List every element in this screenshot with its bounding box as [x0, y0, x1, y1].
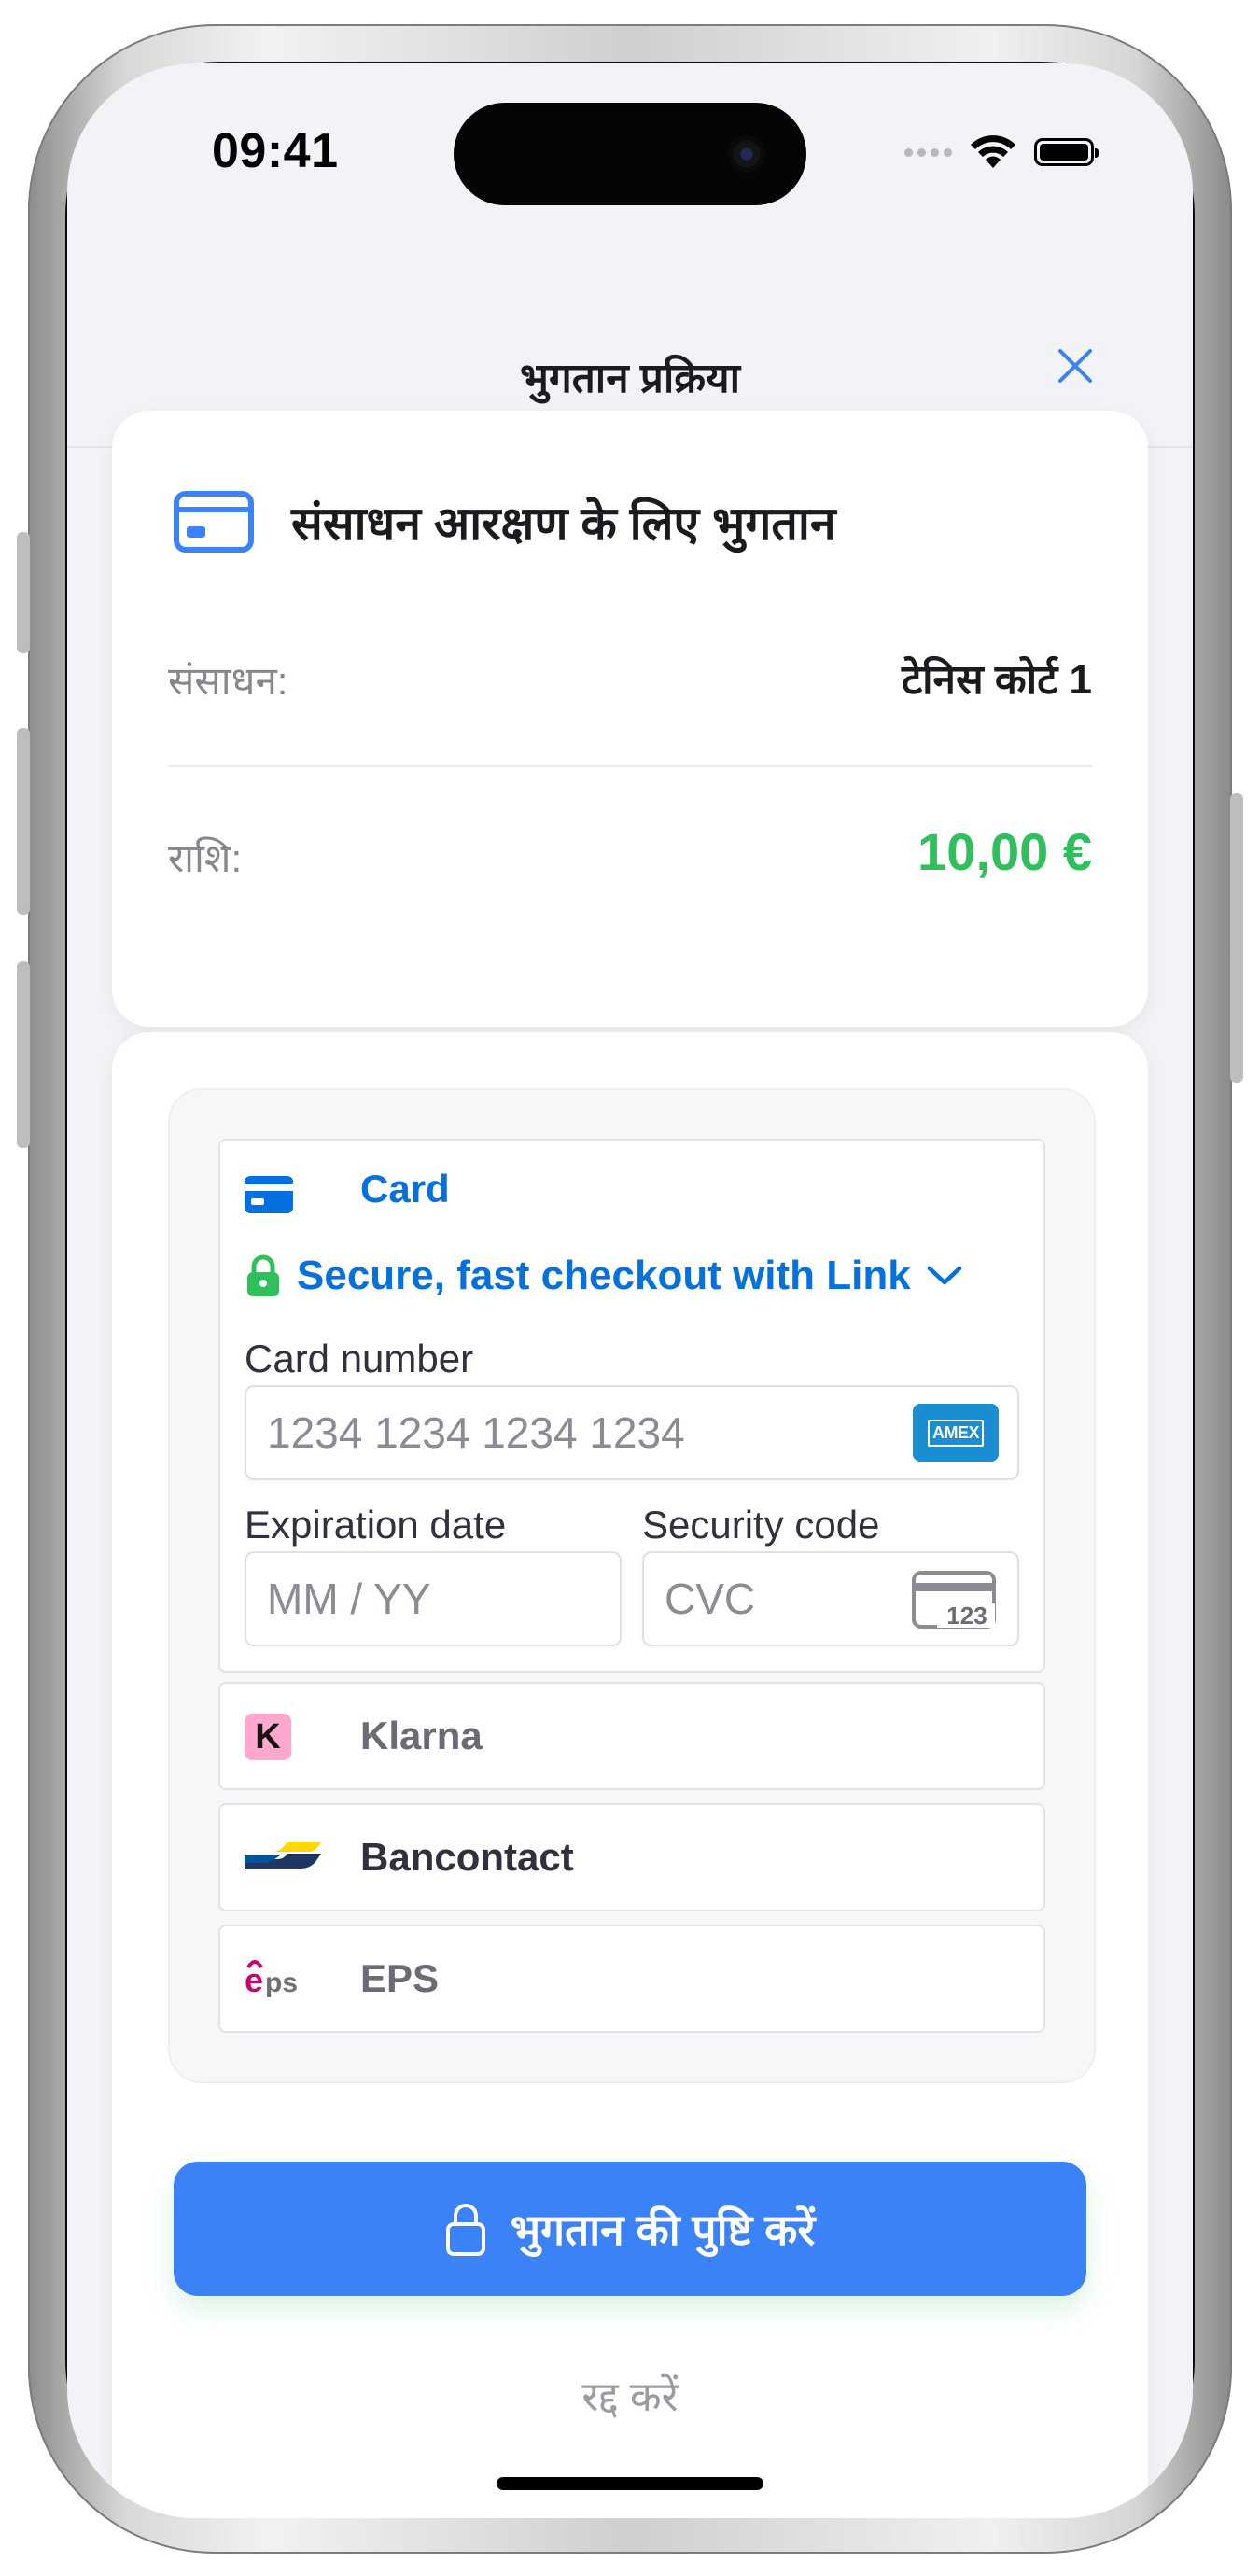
chevron-down-icon [927, 1266, 961, 1285]
home-indicator[interactable] [497, 2477, 763, 2490]
resource-label: संसाधन: [168, 659, 288, 703]
volume-up-button [17, 728, 30, 915]
security-code-label: Security code [642, 1503, 880, 1547]
amount-value: 10,00 € [917, 822, 1092, 881]
svg-text:123: 123 [946, 1602, 987, 1630]
bancontact-logo [245, 1842, 321, 1869]
card-number-placeholder: 1234 1234 1234 1234 [267, 1408, 685, 1457]
card-icon [245, 1176, 293, 1213]
page-title: भुगतान प्रक्रिया [520, 356, 740, 401]
klarna-label: Klarna [360, 1714, 483, 1757]
amex-icon: AMEX [913, 1404, 999, 1462]
payment-summary-card: संसाधन आरक्षण के लिए भुगतान संसाधन: टेनि… [112, 411, 1148, 1027]
payment-element: Card Secure, fast checkout with Link Car… [168, 1088, 1096, 2083]
cancel-button[interactable]: रद्द करें [112, 2367, 1148, 2423]
volume-down-button [17, 961, 30, 1148]
card-number-label: Card number [245, 1337, 474, 1380]
credit-card-icon [174, 491, 254, 553]
card-tab-label: Card [360, 1167, 450, 1211]
expiry-label: Expiration date [245, 1503, 507, 1547]
status-time: 09:41 [212, 124, 339, 178]
eps-option[interactable]: e ps EPS [218, 1925, 1045, 2033]
camera-icon [728, 135, 765, 173]
link-checkout-text: Secure, fast checkout with Link [297, 1253, 911, 1298]
klarna-logo: K [245, 1714, 291, 1760]
bancontact-label: Bancontact [360, 1835, 574, 1879]
wifi-icon [971, 135, 1015, 168]
svg-text:ps: ps [265, 1967, 298, 1998]
summary-title: संसाधन आरक्षण के लिए भुगतान [291, 497, 836, 550]
confirm-payment-button[interactable]: भुगतान की पुष्टि करें [174, 2162, 1086, 2296]
card-number-input[interactable]: 1234 1234 1234 1234 AMEX [245, 1385, 1019, 1480]
amount-label: राशि: [168, 836, 243, 880]
card-payment-panel[interactable]: Card Secure, fast checkout with Link Car… [218, 1139, 1045, 1673]
close-icon[interactable] [1053, 343, 1098, 388]
dynamic-island [454, 103, 806, 205]
klarna-option[interactable]: K Klarna [218, 1682, 1045, 1790]
security-code-placeholder: CVC [665, 1575, 756, 1623]
screen: 09:41 भुगतान प्रक्रिया संसाधन आरक्षण के … [67, 63, 1193, 2518]
eps-label: EPS [360, 1956, 440, 2000]
action-button [17, 532, 30, 653]
summary-divider [168, 765, 1092, 767]
summary-title-row: संसाधन आरक्षण के लिए भुगतान [174, 490, 836, 553]
eps-logo: e ps [245, 1960, 298, 1999]
cvc-card-icon: 123 [912, 1571, 996, 1630]
lock-icon [445, 2204, 485, 2256]
security-code-input[interactable]: CVC 123 [642, 1551, 1019, 1646]
confirm-payment-label: भुगतान की पुष्टि करें [510, 2205, 816, 2254]
expiry-placeholder: MM / YY [267, 1575, 431, 1623]
power-button [1230, 793, 1243, 1083]
signal-icon [904, 147, 952, 157]
status-icons [904, 134, 1099, 170]
link-checkout-toggle[interactable]: Secure, fast checkout with Link [245, 1253, 963, 1299]
battery-icon [1034, 138, 1099, 166]
lock-icon [247, 1254, 279, 1296]
payment-method-card: Card Secure, fast checkout with Link Car… [112, 1032, 1148, 2518]
expiry-input[interactable]: MM / YY [245, 1551, 622, 1646]
bancontact-option[interactable]: Bancontact [218, 1803, 1045, 1911]
resource-value: टेनिस कोर्ट 1 [901, 657, 1092, 703]
